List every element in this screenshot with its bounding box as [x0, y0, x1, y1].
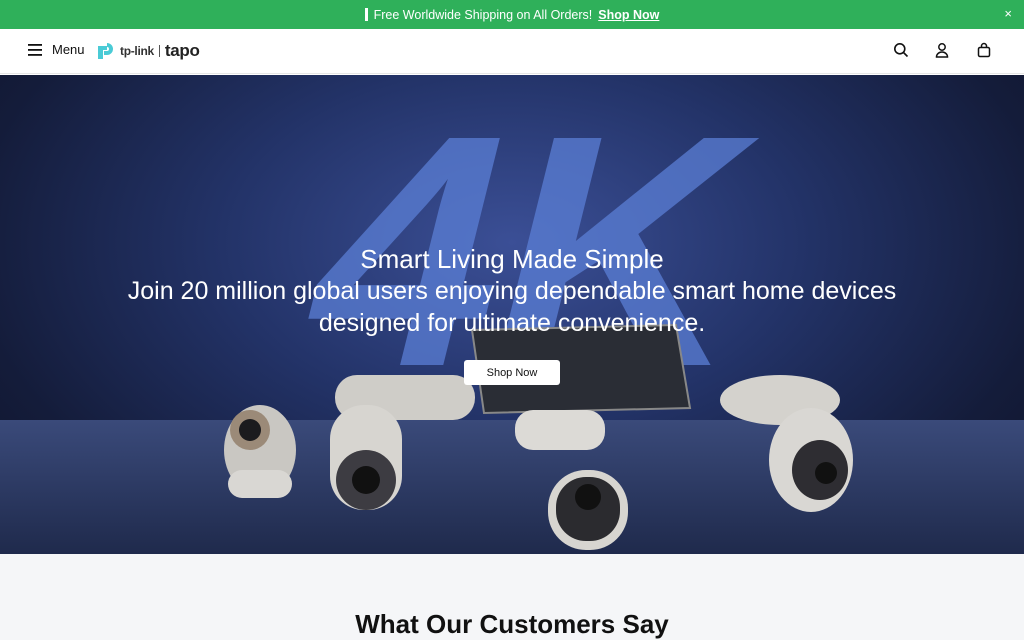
cart-icon[interactable] — [976, 42, 992, 58]
hero-shop-now-button[interactable]: Shop Now — [464, 360, 560, 385]
testimonials-section: What Our Customers Say — [0, 554, 1024, 640]
hamburger-icon — [28, 43, 42, 56]
announcement-bar: Free Worldwide Shipping on All Orders! S… — [0, 0, 1024, 29]
camera-pan-tilt-right — [720, 375, 853, 512]
hero-subtitle: Join 20 million global users enjoying de… — [127, 277, 897, 337]
site-header: Menu tp-link tapo — [0, 29, 1024, 74]
testimonials-heading: What Our Customers Say — [355, 609, 669, 639]
hero-text-block: Smart Living Made Simple Join 20 million… — [0, 243, 1024, 339]
announcement-shop-link[interactable]: Shop Now — [598, 8, 659, 22]
hero-title: Smart Living Made Simple — [360, 244, 664, 274]
camera-indoor-left — [224, 405, 296, 498]
tp-link-logo-icon — [98, 43, 113, 59]
menu-label: Menu — [52, 42, 85, 57]
logo-product: tapo — [164, 41, 200, 60]
menu-button[interactable]: Menu — [27, 42, 85, 57]
hero-banner: 4K Smart Living Made Simple Join 20 mill… — [0, 75, 1024, 554]
account-icon[interactable] — [934, 42, 950, 58]
announcement-marker — [364, 8, 368, 21]
logo-brand: tp-link — [120, 44, 154, 58]
logo-divider — [158, 45, 160, 57]
camera-outdoor-center-left — [330, 375, 475, 510]
search-icon[interactable] — [893, 42, 909, 58]
announcement-text: Free Worldwide Shipping on All Orders! — [373, 7, 593, 22]
close-icon[interactable]: × — [1004, 6, 1012, 21]
site-logo[interactable]: tp-link tapo — [95, 40, 200, 62]
